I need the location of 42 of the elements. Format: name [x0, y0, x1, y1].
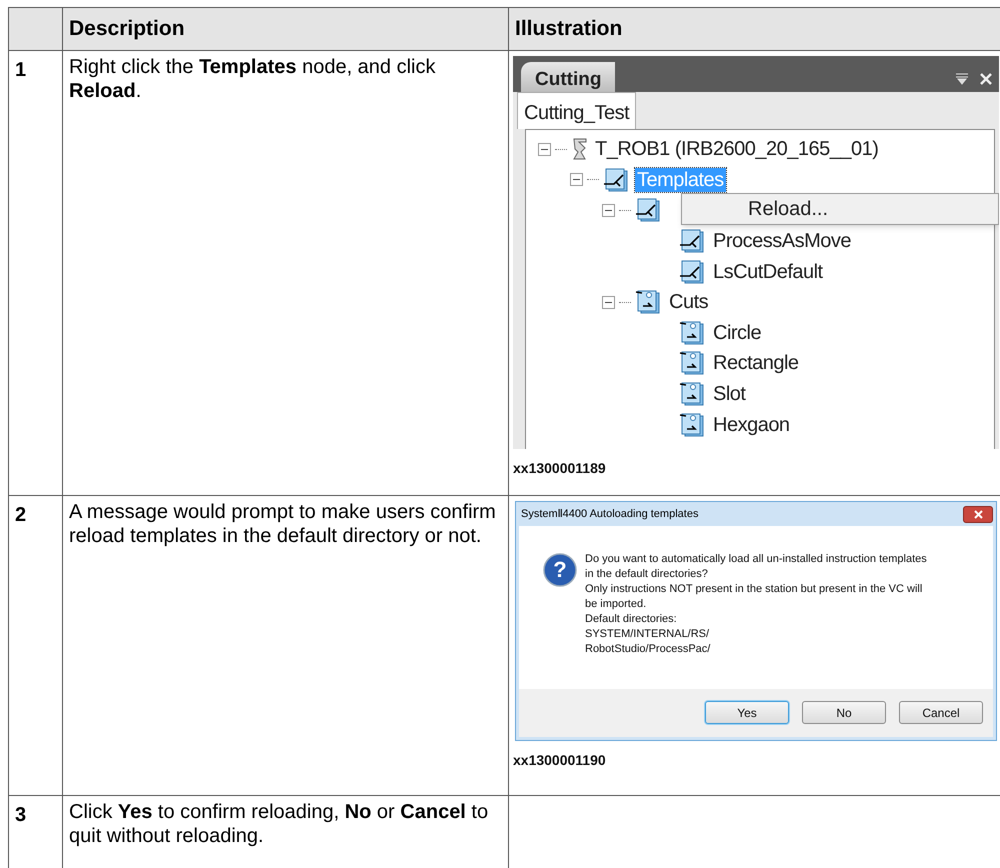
- message-line: in the default directories?: [585, 567, 709, 582]
- message-line: SYSTEM/INTERNAL/RS/: [585, 627, 710, 642]
- tree-item[interactable]: Hexgaon: [711, 412, 792, 437]
- message-line: RobotStudio/ProcessPac/: [585, 642, 712, 657]
- tree-item[interactable]: Cuts: [667, 290, 710, 314]
- tree-item[interactable]: T_ROB1 (IRB2600_20_165__01): [593, 137, 880, 162]
- question-icon: ?: [543, 553, 577, 587]
- step-description: A message would prompt to make users confirm reload templates in the default directory or not.: [69, 500, 497, 548]
- figure-caption: xx1300001190: [513, 751, 606, 770]
- message-line: Only instructions NOT present in the station but present in the VC will: [585, 582, 924, 597]
- menu-item[interactable]: Reload...: [682, 195, 998, 223]
- tree-item[interactable]: Circle: [711, 320, 764, 345]
- close-icon: [974, 510, 982, 518]
- column-header: Illustration: [515, 17, 622, 40]
- message-line: Default directories:: [585, 612, 678, 627]
- tree-item[interactable]: ProcessAsMove: [711, 229, 853, 254]
- close-button[interactable]: [963, 506, 993, 522]
- robot-icon: [571, 137, 589, 162]
- dialog-button[interactable]: No: [802, 701, 886, 724]
- step-description: Click Yes to confirm reloading, No or Cancel to quit without reloading.: [69, 800, 490, 848]
- close-icon[interactable]: [979, 72, 993, 86]
- column-header: Description: [69, 17, 185, 40]
- message-line: be imported.: [585, 597, 648, 612]
- dialog-title: SystemⅡ4400 Autoloading templates: [521, 506, 698, 522]
- collapse-toggle[interactable]: [602, 204, 615, 217]
- dropdown-icon[interactable]: [955, 72, 969, 86]
- collapse-toggle[interactable]: [570, 173, 583, 186]
- panel-tab[interactable]: Cutting: [521, 62, 616, 92]
- step-description: Right click the Templates node, and click Reload.: [69, 55, 436, 103]
- message-line: Do you want to automatically load all un-installed instruction templates: [585, 552, 927, 567]
- figure-caption: xx1300001189: [513, 459, 606, 478]
- dialog-button[interactable]: Yes: [705, 701, 789, 724]
- tree-item[interactable]: LsCutDefault: [711, 260, 825, 284]
- collapse-toggle[interactable]: [538, 142, 551, 156]
- collapse-toggle[interactable]: [602, 296, 615, 309]
- tree-item[interactable]: Slot: [711, 382, 748, 406]
- step-number: 1: [15, 59, 26, 81]
- step-number: 2: [15, 504, 26, 526]
- step-number: 3: [15, 804, 26, 826]
- dialog-button[interactable]: Cancel: [899, 701, 983, 724]
- tree-item[interactable]: Rectangle: [711, 351, 801, 376]
- document-tab[interactable]: Cutting_Test: [517, 92, 636, 129]
